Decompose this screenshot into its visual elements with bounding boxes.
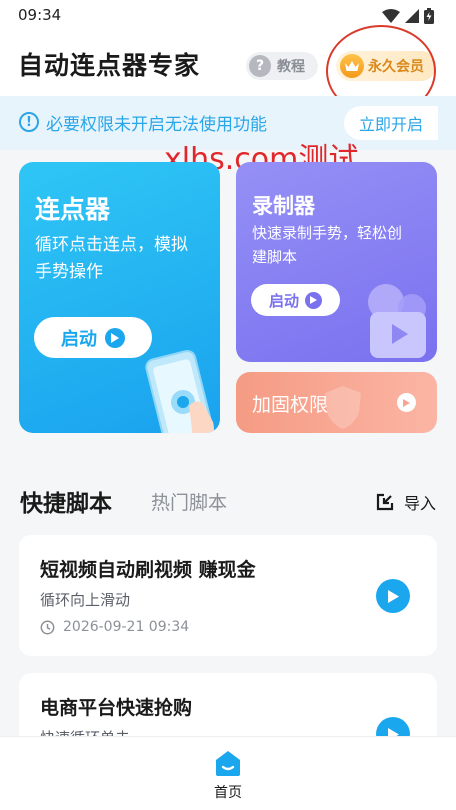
script-time-row: 2026-09-21 09:34 bbox=[40, 619, 189, 635]
recorder-title: 录制器 bbox=[252, 194, 315, 218]
question-icon: ? bbox=[249, 55, 271, 77]
script-desc: 循环向上滑动 bbox=[40, 591, 131, 609]
clicker-start-label: 启动 bbox=[61, 328, 97, 350]
play-icon bbox=[105, 327, 125, 348]
crown-icon bbox=[340, 54, 364, 78]
permission-card[interactable]: 加固权限 bbox=[236, 372, 437, 433]
wifi-icon bbox=[382, 9, 400, 23]
bottom-nav: 首页 bbox=[0, 736, 456, 810]
run-script-button[interactable] bbox=[376, 579, 410, 613]
import-button[interactable]: 导入 bbox=[376, 490, 436, 514]
app-header: 自动连点器专家 ? 教程 永久会员 bbox=[0, 32, 456, 96]
tab-hot-scripts[interactable]: 热门脚本 bbox=[151, 488, 227, 515]
home-icon bbox=[216, 751, 240, 776]
info-icon: ! bbox=[19, 112, 39, 132]
notice-text: 必要权限未开启无法使用功能 bbox=[46, 115, 267, 135]
script-title: 短视频自动刷视频 赚现金 bbox=[40, 559, 256, 581]
import-label: 导入 bbox=[404, 494, 437, 513]
status-icons bbox=[382, 8, 434, 24]
nav-home[interactable]: 首页 bbox=[204, 749, 252, 802]
clicker-card[interactable]: 连点器 循环点击连点，模拟 手势操作 启动 bbox=[19, 162, 220, 433]
recorder-start-button[interactable]: 启动 bbox=[251, 284, 340, 316]
clicker-title: 连点器 bbox=[35, 195, 111, 224]
vip-button[interactable]: 永久会员 bbox=[336, 51, 436, 81]
clicker-start-button[interactable]: 启动 bbox=[34, 317, 152, 358]
clicker-desc-line1: 循环点击连点，模拟 bbox=[35, 235, 188, 255]
script-time: 2026-09-21 09:34 bbox=[63, 619, 190, 635]
app-title: 自动连点器专家 bbox=[18, 51, 201, 80]
status-time: 09:34 bbox=[18, 6, 62, 24]
signal-icon bbox=[405, 9, 419, 23]
play-icon bbox=[397, 393, 416, 412]
play-icon bbox=[387, 589, 399, 603]
recorder-desc-line1: 快速录制手势，轻松创 bbox=[252, 224, 403, 242]
battery-icon bbox=[424, 8, 434, 24]
tutorial-button[interactable]: ? 教程 bbox=[246, 52, 318, 80]
tab-quick-scripts[interactable]: 快捷脚本 bbox=[20, 484, 112, 518]
nav-home-label: 首页 bbox=[214, 785, 242, 801]
play-icon bbox=[305, 291, 322, 309]
status-bar: 09:34 bbox=[0, 0, 456, 32]
script-title: 电商平台快速抢购 bbox=[40, 697, 193, 719]
clock-icon bbox=[40, 620, 55, 634]
clicker-desc-line2: 手势操作 bbox=[35, 262, 103, 282]
video-camera-illustration bbox=[368, 284, 426, 358]
phone-tap-illustration bbox=[145, 350, 215, 433]
shield-icon bbox=[325, 386, 361, 429]
recorder-start-label: 启动 bbox=[268, 291, 299, 310]
recorder-card[interactable]: 录制器 快速录制手势，轻松创 建脚本 启动 bbox=[236, 162, 437, 362]
recorder-desc-line2: 建脚本 bbox=[252, 248, 298, 266]
import-icon bbox=[376, 493, 394, 511]
script-card[interactable]: 短视频自动刷视频 赚现金 循环向上滑动 2026-09-21 09:34 bbox=[19, 535, 437, 656]
tutorial-label: 教程 bbox=[277, 59, 305, 75]
script-tabs: 快捷脚本 热门脚本 导入 bbox=[0, 472, 456, 526]
permission-title: 加固权限 bbox=[252, 394, 329, 416]
vip-label: 永久会员 bbox=[368, 59, 424, 75]
